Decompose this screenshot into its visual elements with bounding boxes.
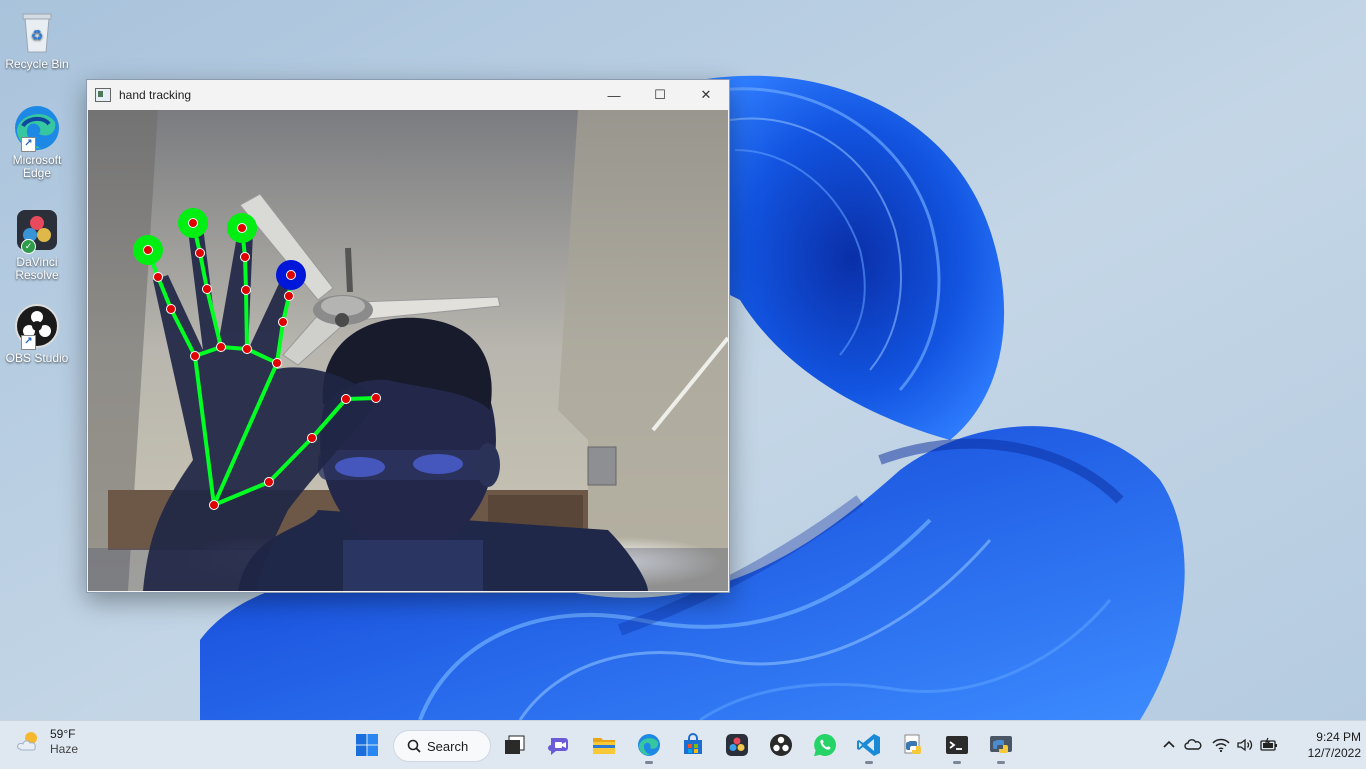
onedrive-cloud-icon <box>1184 739 1202 750</box>
landmark-joint <box>195 248 205 258</box>
landmark-connection <box>244 289 249 350</box>
landmark-joint <box>153 272 163 282</box>
onedrive-button[interactable] <box>1183 735 1203 755</box>
obs-icon <box>770 734 792 756</box>
battery-button[interactable] <box>1259 735 1279 755</box>
windows-logo-icon <box>356 734 378 756</box>
landmark-joint <box>237 223 247 233</box>
running-indicator <box>865 761 873 764</box>
landmark-joint <box>202 284 212 294</box>
weather-temp: 59°F <box>50 727 76 741</box>
taskbar-file-explorer[interactable] <box>588 729 620 761</box>
edge-icon: ↗ <box>13 104 61 152</box>
store-icon <box>684 733 702 754</box>
landmark-joint <box>286 270 296 280</box>
taskbar-python-idle[interactable] <box>897 729 929 761</box>
landmark-joint <box>264 477 274 487</box>
search-icon <box>407 739 421 753</box>
wall-unit <box>587 446 617 486</box>
landmark-joint <box>209 500 219 510</box>
landmark-joint <box>278 317 288 327</box>
weather-widget[interactable]: 59°F Haze <box>14 727 78 757</box>
landmark-joint <box>371 393 381 403</box>
landmark-joint <box>188 218 198 228</box>
running-indicator <box>953 761 961 764</box>
python-idle-icon <box>904 734 921 754</box>
close-button[interactable]: ✕ <box>683 80 729 110</box>
desktop-icon-label: DaVinci Resolve <box>15 255 59 282</box>
terminal-icon <box>946 736 968 754</box>
landmark-joint <box>307 433 317 443</box>
taskbar-chat[interactable] <box>544 729 576 761</box>
svg-text:♻: ♻ <box>31 28 44 44</box>
clock-time: 9:24 PM <box>1316 730 1361 744</box>
landmark-joint <box>240 252 250 262</box>
wifi-icon <box>1212 738 1230 753</box>
teams-chat-icon <box>548 738 568 755</box>
taskbar-davinci-resolve[interactable] <box>721 729 753 761</box>
hand-tracking-window[interactable]: hand tracking — ☐ ✕ <box>86 79 730 593</box>
taskbar-edge[interactable] <box>633 729 665 764</box>
recycle-bin-icon: ♻ <box>13 8 61 56</box>
landmark-joint <box>143 245 153 255</box>
camera-feed <box>88 110 728 591</box>
vscode-icon <box>857 734 880 756</box>
landmark-joint <box>242 344 252 354</box>
network-button[interactable] <box>1211 735 1231 755</box>
window-app-icon <box>95 88 111 102</box>
clock-date: 12/7/2022 <box>1307 746 1361 760</box>
desktop-icon-recycle-bin[interactable]: ♻ Recycle Bin <box>2 8 72 71</box>
task-view-icon <box>505 735 525 754</box>
landmark-joint <box>284 291 294 301</box>
taskbar-store[interactable] <box>677 729 709 761</box>
desktop-icon-microsoft-edge[interactable]: ↗ Microsoft Edge <box>2 104 72 180</box>
window-titlebar[interactable]: hand tracking — ☐ ✕ <box>87 80 729 110</box>
start-button[interactable] <box>351 729 383 761</box>
minimize-button[interactable]: — <box>591 80 637 110</box>
landmark-joint <box>190 351 200 361</box>
taskbar-clock[interactable]: 9:24 PM 12/7/2022 <box>1285 729 1361 761</box>
chevron-up-icon <box>1163 740 1175 748</box>
taskbar-task-view[interactable] <box>499 729 531 761</box>
volume-button[interactable] <box>1235 735 1255 755</box>
running-indicator <box>645 761 653 764</box>
desktop-icon-obs-studio[interactable]: ↗ OBS Studio <box>2 302 72 365</box>
weather-condition: Haze <box>50 742 79 756</box>
landmark-joint <box>241 285 251 295</box>
taskbar-search[interactable]: Search <box>393 730 491 762</box>
edge-icon <box>638 734 660 756</box>
maximize-button[interactable]: ☐ <box>637 80 683 110</box>
whatsapp-icon <box>814 734 836 757</box>
landmark-joint <box>166 304 176 314</box>
landmark-joint <box>272 358 282 368</box>
davinci-resolve-icon: ✓ <box>13 206 61 254</box>
weather-haze-icon <box>17 732 37 751</box>
taskbar-python-app[interactable] <box>985 729 1017 764</box>
battery-charging-icon <box>1260 737 1277 751</box>
taskbar-terminal[interactable] <box>941 729 973 764</box>
desktop-icon-label: OBS Studio <box>5 351 69 365</box>
python-app-icon <box>990 736 1012 753</box>
window-title: hand tracking <box>119 88 192 102</box>
show-hidden-icons-button[interactable] <box>1159 735 1179 755</box>
taskbar-whatsapp[interactable] <box>809 729 841 761</box>
speaker-icon <box>1237 738 1253 752</box>
desktop-icon-davinci-resolve[interactable]: ✓ DaVinci Resolve <box>2 206 72 282</box>
desktop-icon-label: Microsoft Edge <box>12 153 62 180</box>
desktop-icon-label: Recycle Bin <box>5 57 69 71</box>
landmark-joint <box>341 394 351 404</box>
file-explorer-icon <box>593 738 615 754</box>
davinci-resolve-icon <box>726 734 748 756</box>
taskbar: 59°F Haze Search 9:24 PM 12/7/2022 <box>0 720 1366 769</box>
landmark-joint <box>216 342 226 352</box>
running-indicator <box>997 761 1005 764</box>
obs-icon: ↗ <box>13 302 61 350</box>
taskbar-obs[interactable] <box>765 729 797 761</box>
search-label: Search <box>427 738 469 754</box>
taskbar-vscode[interactable] <box>853 729 885 764</box>
